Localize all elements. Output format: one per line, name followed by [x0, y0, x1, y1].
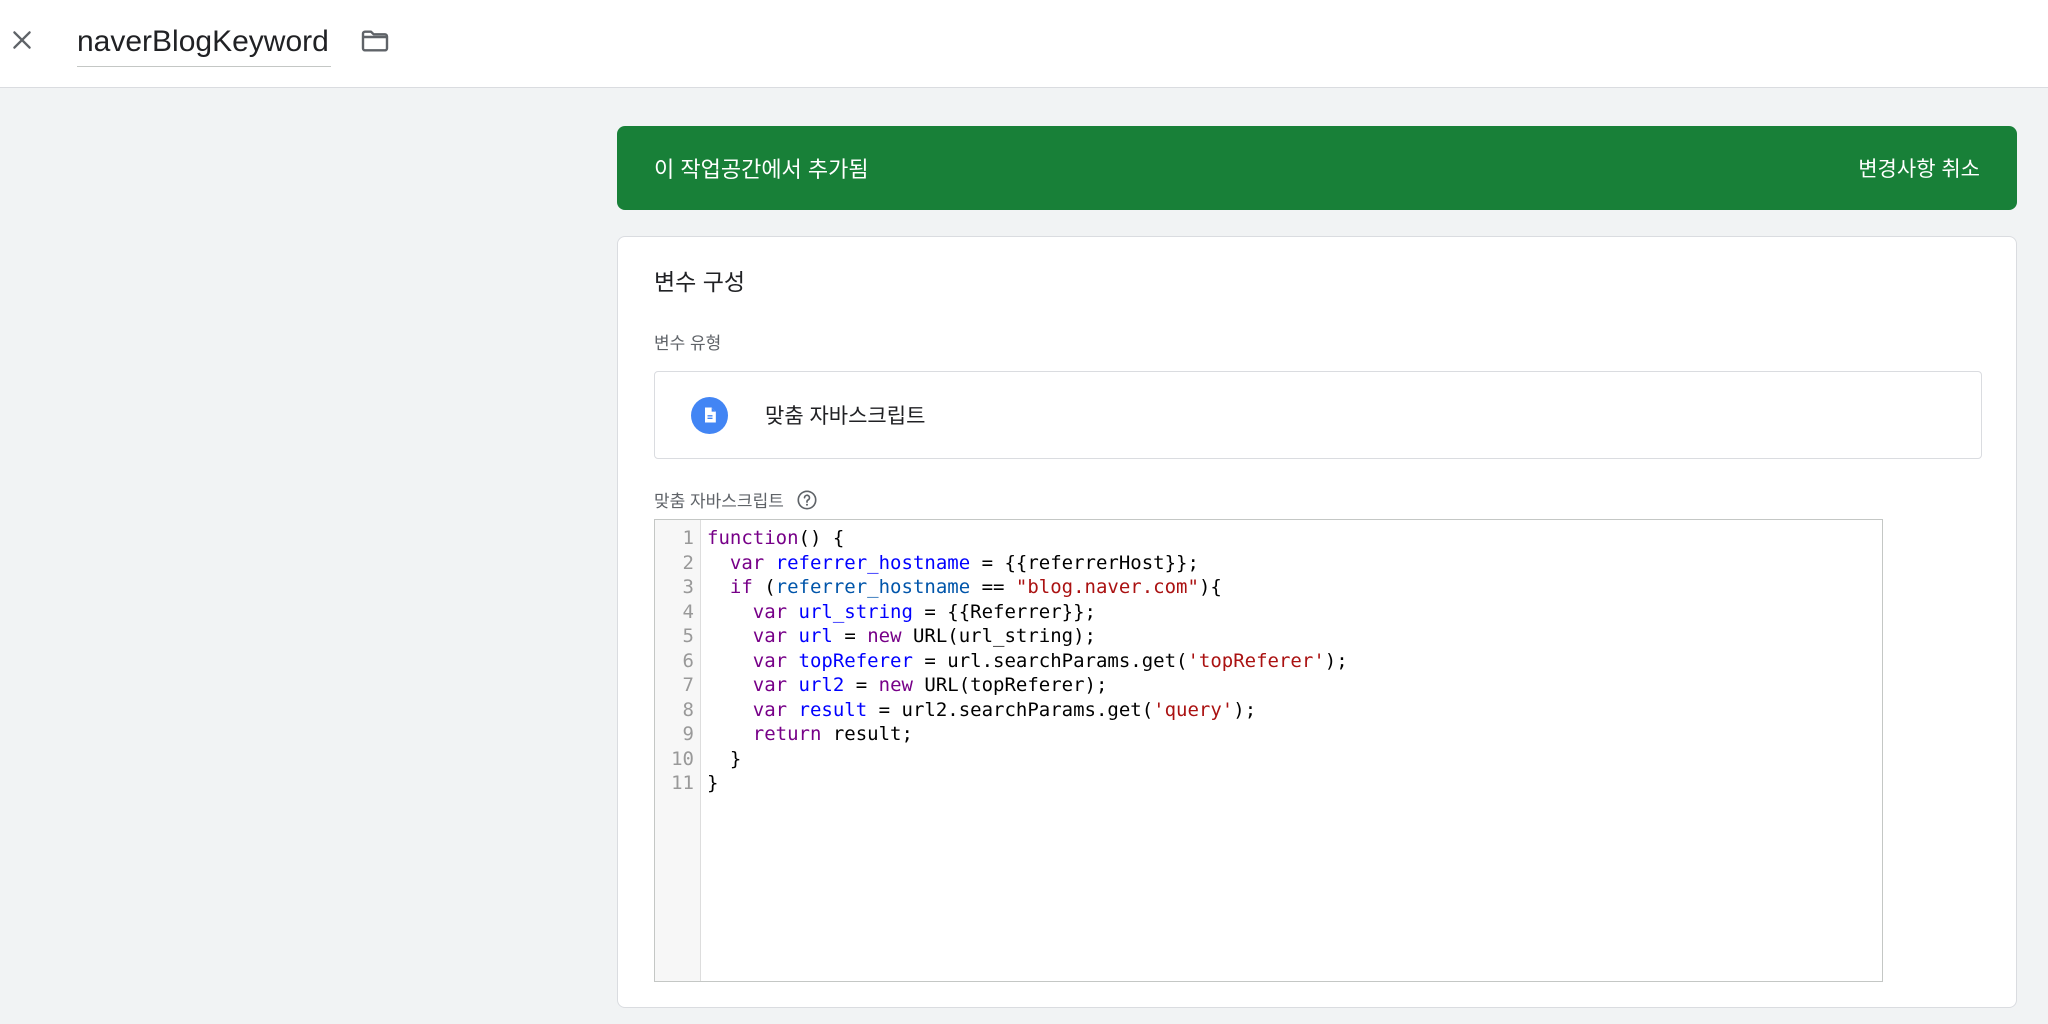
line-number: 11 — [671, 772, 694, 794]
code-token: var — [752, 625, 788, 647]
code-token: ); — [1233, 698, 1257, 721]
code-token: } — [729, 747, 742, 770]
code-token: 'query' — [1153, 698, 1234, 721]
code-token: = — [844, 674, 879, 696]
line-number: 1 — [682, 527, 694, 549]
code-token: var — [752, 698, 788, 721]
variable-type-selector[interactable]: 맞춤 자바스크립트 — [654, 371, 1982, 459]
code-token: URL(topReferer); — [912, 674, 1108, 696]
code-token: ( — [752, 576, 776, 598]
variable-configuration-card: 변수 구성 변수 유형 맞춤 자바스크립트 맞춤 자바스크립트 12345678… — [617, 236, 2017, 1008]
code-token: return — [752, 723, 822, 745]
folder-icon[interactable] — [356, 22, 394, 60]
code-line: if (referrer_hostname == "blog.naver.com… — [707, 575, 1882, 600]
code-line: return result; — [707, 722, 1882, 747]
code-token: new — [867, 625, 902, 647]
code-token: url_string — [798, 600, 913, 623]
line-number: 4 — [682, 600, 694, 623]
code-token: if — [729, 576, 753, 598]
code-token: () { — [798, 527, 845, 549]
variable-type-name: 맞춤 자바스크립트 — [765, 405, 926, 428]
line-number: 3 — [682, 576, 694, 598]
code-text-area[interactable]: function() { var referrer_hostname = {{r… — [701, 520, 1882, 981]
code-line: var url = new URL(url_string); — [707, 624, 1882, 649]
code-token: = {{Referrer}}; — [912, 600, 1096, 623]
code-token: var — [752, 649, 788, 672]
code-token: referrer_hostname — [775, 551, 971, 574]
code-token: function — [707, 527, 799, 549]
code-token: new — [878, 674, 913, 696]
code-token: = {{referrerHost}}; — [970, 551, 1199, 574]
code-token: URL(url_string); — [901, 625, 1096, 647]
line-number: 7 — [682, 674, 694, 696]
line-number: 8 — [682, 698, 694, 721]
code-line: var topReferer = url.searchParams.get('t… — [707, 649, 1882, 674]
code-token: "blog.naver.com" — [1015, 576, 1199, 598]
line-number: 9 — [682, 723, 694, 745]
banner-message: 이 작업공간에서 추가됨 — [654, 157, 869, 182]
code-token: topReferer — [798, 649, 913, 672]
code-line: var url_string = {{Referrer}}; — [707, 600, 1882, 625]
line-number: 10 — [671, 747, 694, 770]
code-line: var result = url2.searchParams.get('quer… — [707, 698, 1882, 723]
code-token: ); — [1324, 649, 1348, 672]
line-number: 6 — [682, 649, 694, 672]
code-token: var — [752, 674, 788, 696]
top-bar: naverBlogKeyword — [0, 0, 2048, 88]
code-token: == — [970, 576, 1016, 598]
code-token: result — [798, 698, 868, 721]
code-line: function() { — [707, 526, 1882, 551]
discard-changes-button[interactable]: 변경사항 취소 — [1858, 153, 1980, 183]
code-token: = — [832, 625, 868, 647]
code-token: url2 — [798, 674, 845, 696]
code-token: ){ — [1198, 576, 1222, 598]
line-number-gutter: 1 2 3 4 5 6 7 8 9 10 11 — [655, 520, 701, 981]
variable-title[interactable]: naverBlogKeyword — [77, 25, 331, 59]
help-icon[interactable] — [796, 489, 818, 511]
workspace-banner: 이 작업공간에서 추가됨 변경사항 취소 — [617, 126, 2017, 210]
code-token: referrer_hostname — [775, 576, 971, 598]
code-line: var referrer_hostname = {{referrerHost}}… — [707, 551, 1882, 576]
variable-type-label: 변수 유형 — [654, 334, 722, 353]
code-token: result; — [821, 723, 913, 745]
code-token: var — [729, 551, 765, 574]
code-editor[interactable]: 1 2 3 4 5 6 7 8 9 10 11 function() { var referrer_… — [654, 519, 1883, 982]
title-field[interactable]: naverBlogKeyword — [77, 18, 331, 67]
custom-js-label: 맞춤 자바스크립트 — [654, 487, 818, 512]
document-icon — [691, 396, 728, 434]
line-number: 2 — [682, 551, 694, 574]
code-token: = url.searchParams.get( — [912, 649, 1188, 672]
code-line: } — [707, 747, 1882, 772]
code-token: = url2.searchParams.get( — [867, 698, 1154, 721]
code-token: var — [752, 600, 788, 623]
code-line: } — [707, 771, 1882, 796]
close-icon[interactable] — [4, 20, 40, 60]
code-token: url — [798, 625, 833, 647]
line-number: 5 — [682, 625, 694, 647]
section-title: 변수 구성 — [654, 269, 746, 295]
code-line: var url2 = new URL(topReferer); — [707, 673, 1882, 698]
custom-js-label-text: 맞춤 자바스크립트 — [654, 492, 784, 511]
code-token: 'topReferer' — [1187, 649, 1325, 672]
code-token: } — [707, 772, 719, 794]
